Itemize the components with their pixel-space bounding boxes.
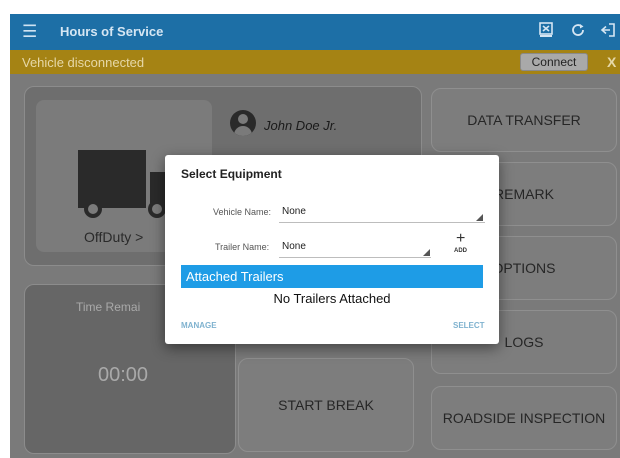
duty-status-label[interactable]: OffDuty > [84,229,143,245]
manage-button[interactable]: MANAGE [181,321,217,330]
connect-button[interactable]: Connect [520,53,588,71]
chevron-right-icon: > [135,229,144,245]
trailer-name-label: Trailer Name: [215,242,270,252]
avatar [230,110,256,136]
banner-message: Vehicle disconnected [22,55,145,70]
hamburger-menu-icon[interactable]: ☰ [22,22,42,42]
vehicle-dropdown-icon[interactable] [476,214,483,221]
truck-icon [78,150,146,208]
add-icon[interactable]: + [456,231,465,247]
app-screen: ☰ Hours of Service Vehicle disconnected … [10,14,620,458]
driver-name: John Doe Jr. [264,118,338,133]
empty-trailers-message: No Trailers Attached [273,291,391,306]
trailer-name-select[interactable]: None [282,241,306,252]
app-title: Hours of Service [60,24,164,39]
select-equipment-dialog: Select Equipment Vehicle Name: None Trai… [165,155,499,344]
add-trailer-button[interactable]: ADD [454,248,467,254]
time-remaining-label: Time Remai [76,300,141,314]
dialog-title: Select Equipment [181,167,282,181]
vehicle-name-select[interactable]: None [282,206,306,217]
app-bar: ☰ Hours of Service [10,14,620,50]
time-remaining-value: 00:00 [98,364,149,386]
select-button[interactable]: SELECT [453,321,485,330]
trailer-dropdown-icon[interactable] [423,249,430,256]
data-transfer-button[interactable]: DATA TRANSFER [431,88,617,152]
roadside-inspection-button[interactable]: ROADSIDE INSPECTION [431,386,617,450]
start-break-button[interactable]: START BREAK [238,358,414,452]
close-banner-button[interactable]: X [607,54,616,70]
attached-trailers-header: Attached Trailers [181,265,483,288]
refresh-icon[interactable] [568,22,588,42]
logout-icon[interactable] [598,22,618,42]
export-icon[interactable] [536,22,556,42]
vehicle-name-label: Vehicle Name: [213,207,272,217]
connection-banner: Vehicle disconnected Connect X [10,50,620,74]
